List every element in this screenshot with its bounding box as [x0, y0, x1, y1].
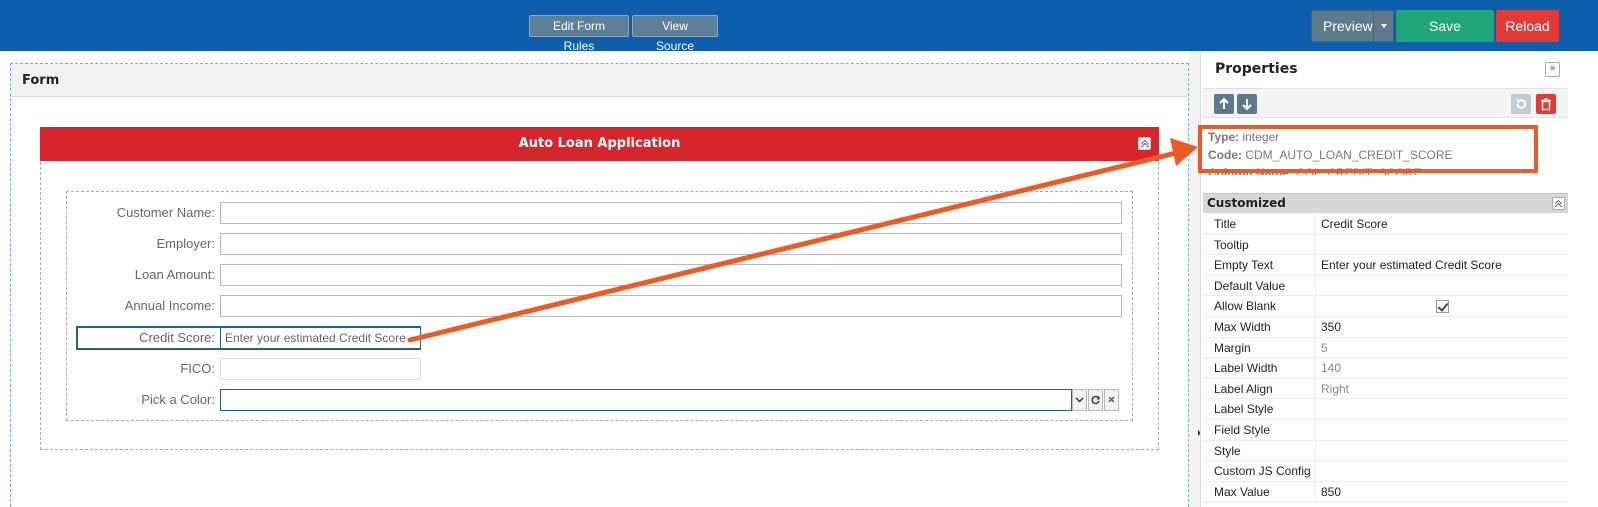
property-name: Max Width	[1214, 319, 1271, 334]
property-row[interactable]: Label Style	[1203, 399, 1568, 420]
property-value[interactable]: Enter your estimated Credit Score	[1321, 255, 1502, 275]
panel-splitter[interactable]	[1189, 51, 1200, 507]
property-row[interactable]: Max Width 350	[1203, 316, 1568, 338]
section-header[interactable]: Auto Loan Application	[40, 127, 1159, 161]
credit-score-input[interactable]: Enter your estimated Credit Score	[220, 327, 421, 349]
field-label: Annual Income:	[124, 298, 215, 313]
property-row[interactable]: Margin 5	[1203, 337, 1568, 359]
field-label: Credit Score:	[139, 330, 215, 345]
property-name: Style	[1214, 443, 1241, 458]
field-label: Pick a Color:	[141, 392, 215, 407]
property-name: Default Value	[1214, 278, 1286, 293]
view-source-button[interactable]: View Source	[632, 15, 718, 53]
form-panel: Form Auto Loan Application Customer Name…	[10, 63, 1189, 507]
loan-amount-input[interactable]	[220, 264, 1122, 286]
annual-income-input[interactable]	[220, 295, 1122, 317]
preview-dropdown-chevron-icon[interactable]	[1373, 10, 1394, 42]
collapse-icon[interactable]	[1552, 197, 1565, 210]
field-label: FICO:	[180, 361, 215, 376]
property-value[interactable]: 850	[1321, 482, 1341, 502]
property-row[interactable]: Allow Blank	[1203, 296, 1568, 317]
property-value[interactable]: Credit Score	[1321, 214, 1388, 234]
annotation-highlight-box	[1198, 125, 1538, 173]
field-label: Loan Amount:	[134, 267, 215, 282]
property-row[interactable]: Tooltip	[1203, 234, 1568, 256]
property-value[interactable]: 5	[1321, 338, 1328, 358]
property-row[interactable]: Title Credit Score	[1203, 214, 1568, 235]
customer-name-input[interactable]	[220, 202, 1122, 224]
color-picker-input[interactable]	[220, 389, 1072, 411]
chevron-down-icon[interactable]	[1072, 389, 1087, 411]
properties-title: Properties	[1215, 61, 1298, 77]
expand-panel-icon[interactable]: »	[1545, 62, 1560, 77]
property-row[interactable]: Field Style	[1203, 419, 1568, 441]
allow-blank-checkbox[interactable]	[1436, 300, 1449, 314]
property-grid: Title Credit Score Tooltip Empty Text Ente…	[1203, 214, 1568, 503]
property-row[interactable]: Max Value 850	[1203, 481, 1568, 503]
property-row[interactable]: Label Width 140	[1203, 358, 1568, 379]
property-value[interactable]: 140	[1321, 358, 1341, 378]
property-row[interactable]: Style	[1203, 440, 1568, 462]
refresh-icon[interactable]	[1088, 389, 1103, 411]
reload-button[interactable]: Reload	[1496, 10, 1559, 42]
field-label: Customer Name:	[116, 205, 215, 220]
move-down-icon[interactable]	[1237, 94, 1257, 114]
property-name: Title	[1214, 217, 1237, 231]
move-up-icon[interactable]	[1214, 94, 1234, 114]
property-row[interactable]: Default Value	[1203, 275, 1568, 297]
top-toolbar: Edit Form Rules View Source Preview Save…	[0, 0, 1598, 53]
property-row[interactable]: Label Align Right	[1203, 378, 1568, 400]
section-title: Auto Loan Application	[518, 136, 681, 151]
customized-title: Customized	[1207, 196, 1286, 210]
property-name: Label Width	[1214, 361, 1278, 376]
fico-input[interactable]	[220, 358, 421, 380]
property-name: Max Value	[1214, 484, 1270, 499]
property-name: Empty Text	[1214, 258, 1274, 273]
property-row[interactable]: Custom JS Config	[1203, 461, 1568, 482]
edit-form-rules-button[interactable]: Edit Form Rules	[529, 15, 629, 53]
reset-icon[interactable]	[1511, 94, 1531, 114]
property-name: Allow Blank	[1214, 299, 1277, 314]
property-name: Field Style	[1214, 422, 1271, 437]
trash-icon[interactable]	[1536, 94, 1556, 114]
property-name: Custom JS Config	[1214, 464, 1311, 479]
property-row[interactable]: Empty Text Enter your estimated Credit Sc…	[1203, 255, 1568, 276]
property-name: Tooltip	[1214, 237, 1249, 252]
customized-section-header[interactable]: Customized	[1203, 193, 1568, 213]
properties-toolbar	[1203, 88, 1568, 118]
form-panel-title: Form	[11, 64, 1188, 97]
employer-input[interactable]	[220, 233, 1122, 255]
property-name: Margin	[1214, 340, 1251, 355]
fieldset[interactable]: Customer Name: Employer: Loan Amount: An…	[66, 191, 1133, 421]
property-value[interactable]: 350	[1321, 317, 1341, 337]
collapse-icon[interactable]	[1138, 137, 1151, 150]
property-name: Label Style	[1214, 402, 1274, 417]
field-label: Employer:	[156, 236, 215, 251]
save-button[interactable]: Save	[1396, 10, 1494, 42]
property-name: Label Align	[1214, 381, 1273, 396]
property-value[interactable]: Right	[1321, 379, 1349, 399]
clear-icon[interactable]	[1104, 389, 1119, 411]
form-section[interactable]: Auto Loan Application Customer Name: Emp…	[40, 127, 1159, 450]
